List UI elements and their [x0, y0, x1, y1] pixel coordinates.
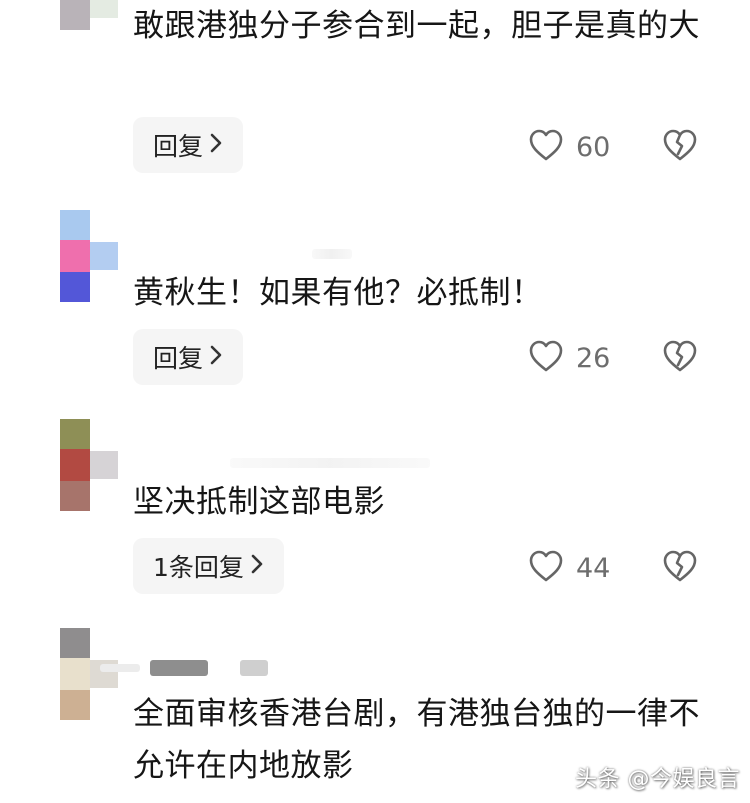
comment-text: 黄秋生！如果有他？必抵制！	[133, 275, 543, 311]
comment-item: 敢跟港独分子参合到一起，胆子是真的大 回复 60	[0, 0, 750, 190]
username-blurred	[230, 458, 430, 468]
like-button[interactable]: 26	[528, 339, 610, 377]
reply-button[interactable]: 回复	[133, 117, 244, 173]
avatar[interactable]	[60, 628, 118, 720]
username-blurred	[150, 660, 208, 676]
avatar-mosaic-block	[60, 658, 90, 690]
chevron-right-icon	[209, 344, 223, 371]
comment-item: 黄秋生！如果有他？必抵制！ 回复 26	[0, 205, 750, 395]
broken-heart-icon	[662, 129, 698, 166]
dislike-button[interactable]	[662, 128, 698, 166]
chevron-right-icon	[209, 132, 223, 159]
heart-outline-icon	[528, 549, 564, 587]
comment-list: 敢跟港独分子参合到一起，胆子是真的大 回复 60 黄秋生！如果有他？必抵制！ 回…	[0, 0, 750, 803]
username-blurred	[312, 249, 352, 259]
avatar-mosaic-block	[60, 210, 90, 240]
avatar-mosaic-block	[90, 451, 118, 479]
avatar-mosaic-block	[60, 0, 90, 30]
avatar-mosaic-block	[60, 449, 90, 481]
avatar-mosaic-block	[90, 242, 118, 270]
avatar-mosaic-block	[90, 0, 118, 18]
comment-item: 坚决抵制这部电影 1条回复 44	[0, 414, 750, 604]
like-button[interactable]: 60	[528, 128, 610, 166]
watermark: 头条 @今娱良言	[575, 767, 740, 792]
username-blurred	[240, 660, 268, 676]
reply-label: 回复	[153, 344, 204, 373]
like-count: 60	[576, 131, 611, 163]
avatar[interactable]	[60, 419, 118, 511]
reply-button[interactable]: 1条回复	[133, 538, 284, 594]
comment-text: 坚决抵制这部电影	[133, 484, 385, 520]
dislike-button[interactable]	[662, 339, 698, 377]
reply-label: 1条回复	[153, 553, 244, 582]
reply-button[interactable]: 回复	[133, 329, 244, 385]
avatar-mosaic-block	[60, 240, 90, 272]
like-count: 26	[576, 342, 611, 374]
broken-heart-icon	[662, 550, 698, 587]
avatar-mosaic-block	[60, 628, 90, 658]
heart-outline-icon	[528, 339, 564, 377]
dislike-button[interactable]	[662, 549, 698, 587]
broken-heart-icon	[662, 340, 698, 377]
avatar-mosaic-block	[60, 419, 90, 449]
comment-text: 敢跟港独分子参合到一起，胆子是真的大	[133, 8, 700, 44]
chevron-right-icon	[250, 553, 264, 580]
avatar-mosaic-block	[60, 481, 90, 511]
avatar-mosaic-block	[60, 690, 90, 720]
like-button[interactable]: 44	[528, 549, 610, 587]
avatar[interactable]	[60, 0, 118, 30]
reply-label: 回复	[153, 132, 204, 161]
like-count: 44	[576, 552, 611, 584]
avatar-mosaic-block	[60, 272, 90, 302]
username-blurred	[100, 664, 140, 672]
avatar[interactable]	[60, 210, 118, 302]
heart-outline-icon	[528, 128, 564, 166]
